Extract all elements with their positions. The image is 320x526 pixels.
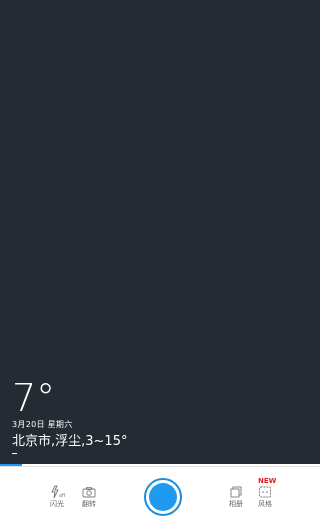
- flash-label: 闪光: [50, 500, 64, 508]
- shutter-core: [149, 483, 177, 511]
- weather-location-summary: 北京市,浮尘,3~15°: [12, 434, 128, 449]
- weather-date: 3月20日 星期六: [12, 420, 73, 429]
- flip-camera-button[interactable]: 翻转: [74, 485, 104, 509]
- album-label: 相册: [229, 500, 243, 508]
- flash-off-icon: off: [51, 485, 65, 499]
- flash-button[interactable]: off 闪光: [42, 485, 72, 509]
- camera-flip-icon: [82, 487, 96, 498]
- new-badge: NEW: [258, 477, 277, 485]
- album-button[interactable]: 相册: [221, 485, 251, 509]
- album-icon: [230, 486, 242, 498]
- weather-temperature: 7°: [12, 376, 56, 420]
- svg-text:off: off: [59, 493, 65, 499]
- flip-label: 翻转: [82, 500, 96, 508]
- shutter-button[interactable]: [144, 478, 182, 516]
- style-label: 风格: [258, 500, 272, 508]
- style-icon: [259, 486, 271, 498]
- style-button[interactable]: 风格: [250, 485, 280, 509]
- watermark-divider: [12, 453, 17, 454]
